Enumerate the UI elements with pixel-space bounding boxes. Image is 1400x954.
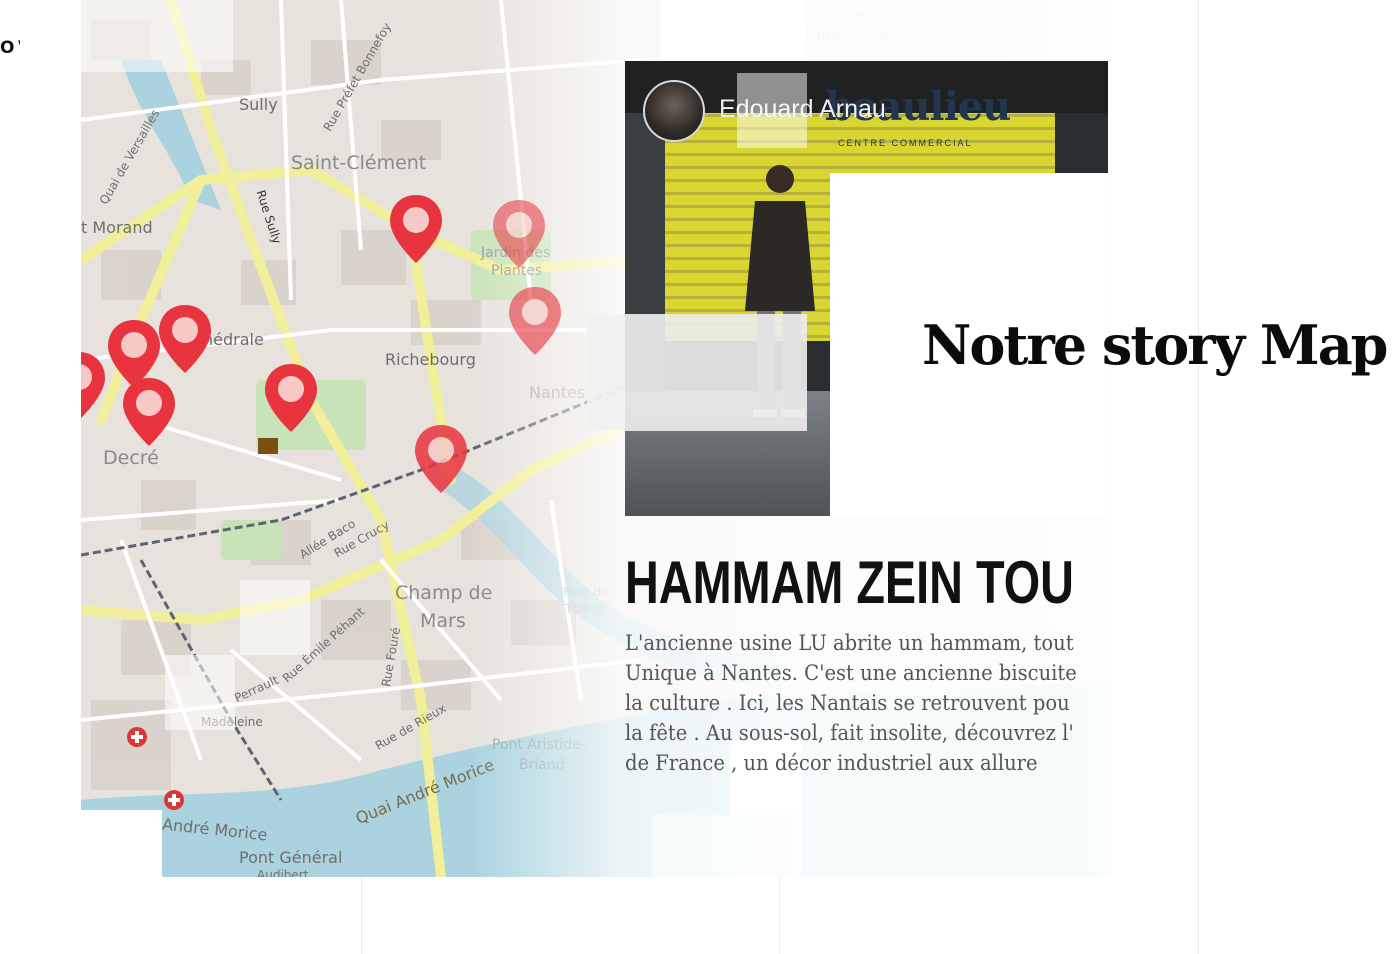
map-label: Decré — [103, 447, 159, 469]
overlay-patch — [240, 580, 310, 655]
map-label: Richebourg — [385, 350, 476, 369]
map-label: Nantes — [529, 383, 586, 402]
story-title-text: HAMMAM ZEIN TOU — [625, 549, 1074, 616]
map-label: Champ de — [395, 582, 493, 604]
map-marker[interactable] — [263, 362, 319, 434]
overlay-patch — [81, 810, 162, 954]
map-label: Caserne — [815, 10, 873, 26]
map-marker[interactable] — [121, 376, 177, 448]
overlay-patch — [660, 0, 806, 61]
map-label: Tbilissi — [565, 602, 606, 616]
map-marker[interactable] — [388, 193, 444, 265]
page-heading: Notre story Map — [922, 313, 1388, 377]
overlay-patch — [20, 0, 80, 72]
map-label: Pont Aristide- — [492, 737, 586, 753]
story-line: la culture . Ici, les Nantais se retrouv… — [625, 691, 1070, 715]
overlay-patch — [587, 315, 625, 430]
story-line: la fête . Au sous-sol, fait insolite, dé… — [625, 721, 1074, 745]
map-label: Audibert — [257, 868, 309, 877]
story-title: HAMMAM ZEIN TOU — [625, 548, 1108, 618]
map-marker[interactable] — [507, 285, 563, 357]
map-label: Mars — [420, 610, 466, 632]
map-marker[interactable] — [81, 350, 107, 422]
author-avatar[interactable] — [643, 80, 705, 142]
map-label: Briand — [519, 757, 565, 773]
grid-line — [1198, 0, 1199, 954]
story-line: Unique à Nantes. C'est une ancienne bisc… — [625, 661, 1077, 685]
overlay-patch — [652, 815, 802, 877]
map-marker[interactable] — [491, 198, 547, 270]
map-label: Saint-Clément — [291, 152, 427, 174]
video-sign-subtitle: CENTRE COMMERCIAL — [838, 138, 973, 148]
map-label: Pont Général — [239, 848, 343, 867]
map-marker[interactable] — [413, 423, 469, 495]
story-line: L'ancienne usine LU abrite un hammam, to… — [625, 631, 1074, 655]
overlay-patch — [625, 314, 807, 431]
overlay-patch — [165, 655, 235, 730]
overlay-patch — [737, 73, 807, 148]
map-label: Sully — [239, 95, 278, 114]
map-marker[interactable] — [157, 303, 213, 375]
story-description: L'ancienne usine LU abrite un hammam, to… — [625, 628, 1108, 778]
map-label: Pont de — [563, 585, 609, 599]
map-label: Lamoricière — [805, 28, 888, 44]
map-label: t Morand — [81, 218, 153, 237]
overlay-patch — [0, 72, 81, 954]
story-line: de France , un décor industriel aux allu… — [625, 751, 1038, 775]
story-video[interactable]: beaulieu CENTRE COMMERCIAL Edouard Arnau — [625, 61, 1108, 516]
overlay-patch — [81, 0, 233, 72]
